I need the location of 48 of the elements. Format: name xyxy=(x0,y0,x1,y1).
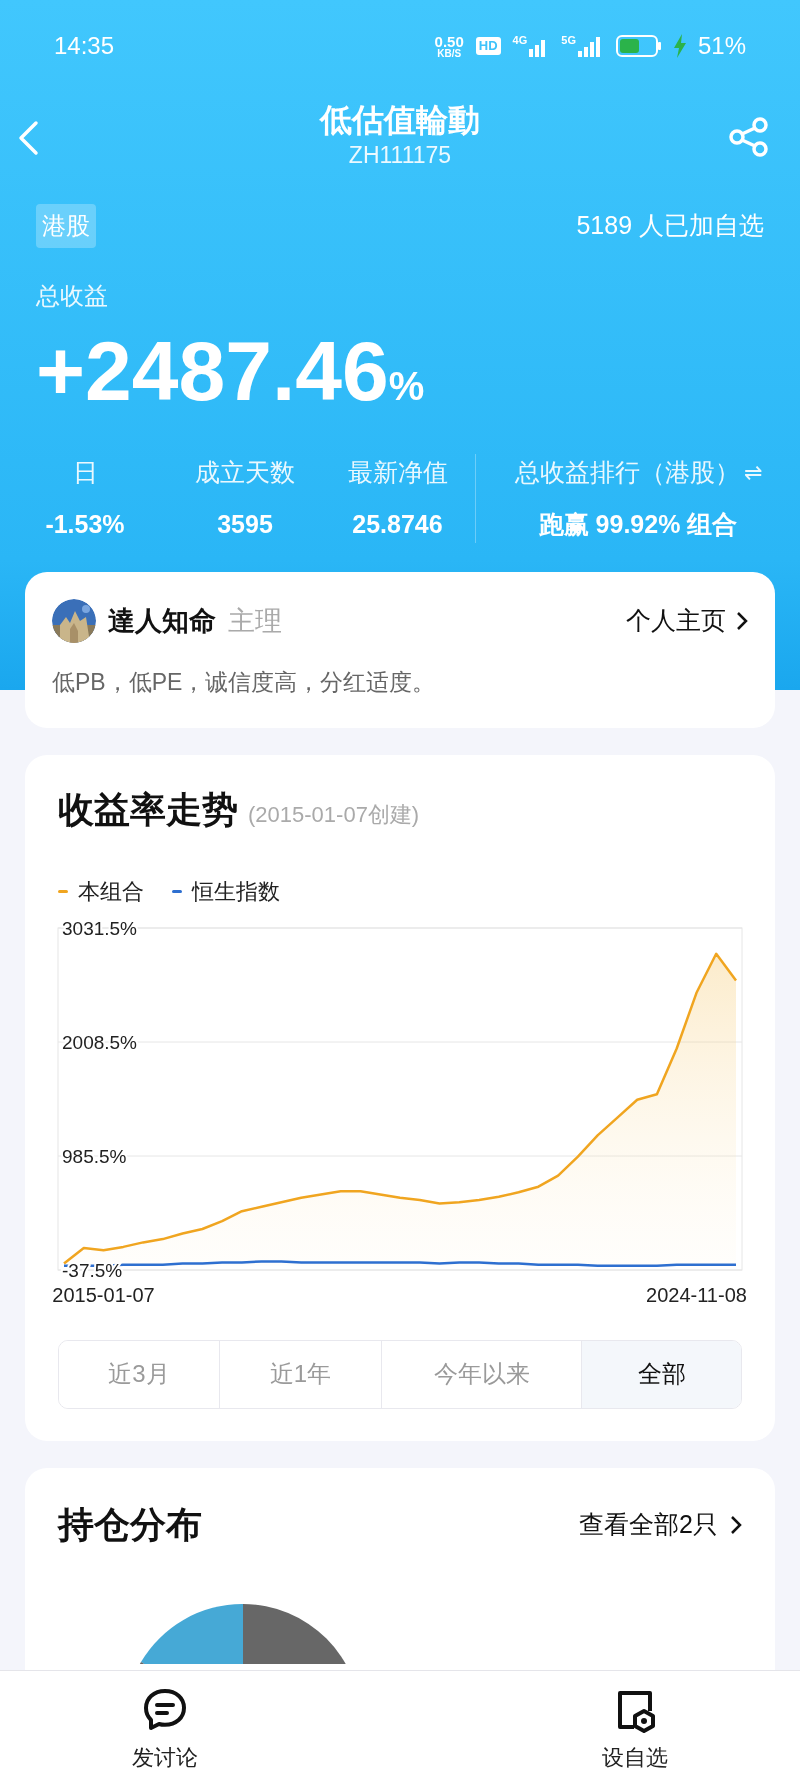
portfolio-code: ZH111175 xyxy=(348,141,452,170)
manager-role: 主理 xyxy=(228,604,282,638)
battery-icon xyxy=(615,35,662,57)
battery-percent: 51% xyxy=(697,31,746,61)
x-axis-label: 2015-01-07 xyxy=(52,1282,155,1308)
network-speed: 0.50 xyxy=(434,33,464,49)
stat-label: 日 xyxy=(72,457,98,488)
total-return-value: +2487.46% xyxy=(36,329,425,413)
x-axis-label: 2024-11-08 xyxy=(646,1282,747,1308)
range-tab[interactable]: 全部 xyxy=(581,1340,741,1408)
legend-swatch xyxy=(58,889,68,893)
total-return-label: 总收益 xyxy=(36,282,108,309)
manager-description: 低PB，低PE，诚信度高，分红适度。 xyxy=(52,668,437,697)
stat-value: 跑赢 99.92% 组合 xyxy=(538,508,738,540)
stat-value: -1.53% xyxy=(45,508,125,540)
y-axis-label: 3031.5% xyxy=(62,917,137,938)
y-axis-label: 2008.5% xyxy=(62,1031,137,1052)
network-unit: KB/S xyxy=(437,48,462,59)
section-title: 持仓分布 xyxy=(58,1502,202,1547)
created-date: (2015-01-07创建) xyxy=(248,800,420,829)
follower-count: 5189 人已加自选 xyxy=(576,210,764,242)
stat-label: 成立天数 xyxy=(195,457,295,488)
hd-badge: HD xyxy=(475,37,501,55)
legend-label: 本组合 xyxy=(78,877,144,906)
legend-swatch xyxy=(172,889,182,893)
stat-value: 25.8746 xyxy=(352,508,443,540)
profile-link[interactable]: 个人主页 xyxy=(626,602,748,640)
stat-label: 总收益排行（港股） xyxy=(514,457,740,488)
stat-value: 3595 xyxy=(217,508,273,540)
view-all-link[interactable]: 查看全部2只 xyxy=(579,1505,742,1544)
manager-name: 達人知命 xyxy=(108,604,216,638)
stat-label: 最新净值 xyxy=(347,457,448,488)
back-icon[interactable] xyxy=(16,120,40,156)
chat-bubble-icon xyxy=(142,1687,188,1733)
share-icon[interactable] xyxy=(728,116,770,158)
bottom-nav-item[interactable]: 设自选 xyxy=(535,1687,735,1787)
y-axis-label: 985.5% xyxy=(62,1145,127,1166)
legend-label: 恒生指数 xyxy=(192,877,280,906)
section-title: 收益率走势 xyxy=(58,787,238,832)
page-title: 低估值輪動 xyxy=(320,101,480,140)
status-time: 14:35 xyxy=(54,31,115,61)
charging-icon xyxy=(673,34,686,58)
market-tag: 港股 xyxy=(36,204,96,248)
network-type: 4G xyxy=(512,35,528,46)
chevron-icon xyxy=(736,611,748,631)
bottom-nav-item[interactable]: 发讨论 xyxy=(65,1687,265,1787)
network-type: 5G xyxy=(561,35,576,46)
chevron-icon xyxy=(730,1514,742,1535)
